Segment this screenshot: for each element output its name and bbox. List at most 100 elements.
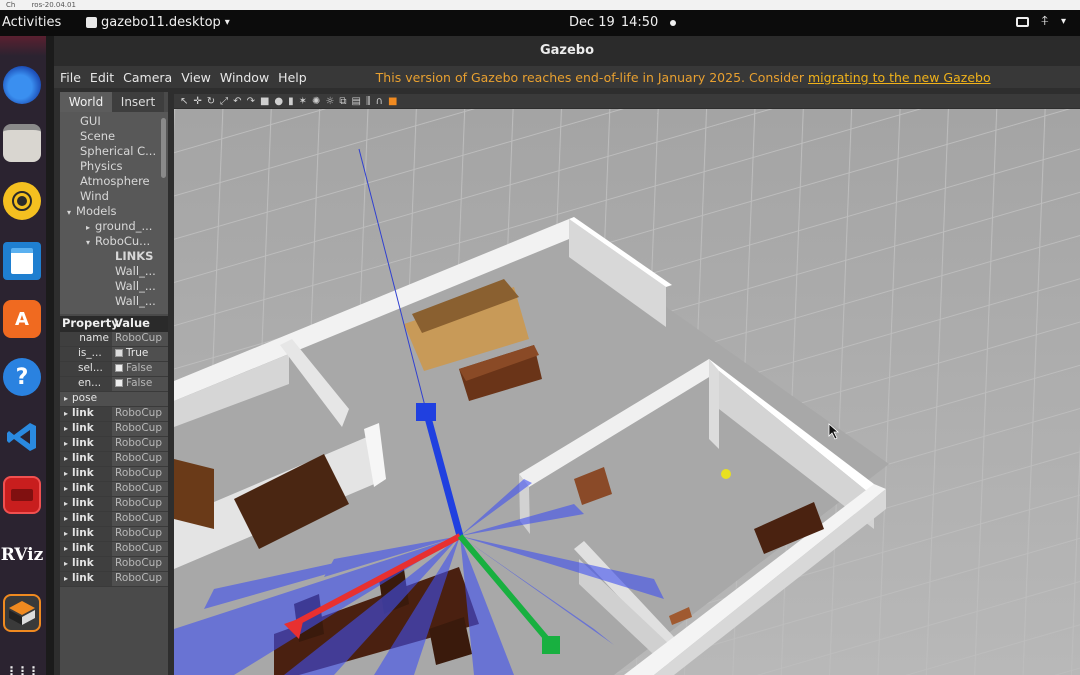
property-value[interactable]: RoboCup <box>112 407 168 421</box>
property-value[interactable]: RoboCup <box>112 422 168 436</box>
property-value-checkbox[interactable]: False <box>112 377 168 391</box>
collapse-arrow-icon[interactable]: ▸ <box>64 394 68 403</box>
menu-edit[interactable]: Edit <box>90 70 114 85</box>
collapse-arrow-icon[interactable]: ▸ <box>64 484 68 493</box>
collapse-arrow-icon[interactable]: ▸ <box>64 469 68 478</box>
collapse-arrow-icon[interactable]: ▸ <box>64 574 68 583</box>
terminal-icon[interactable] <box>3 476 41 514</box>
property-value[interactable]: RoboCup <box>112 557 168 571</box>
property-row-link[interactable]: ▸ link RoboCup <box>60 497 168 512</box>
tree-item-scene[interactable]: Scene <box>80 129 115 143</box>
directional-light-icon[interactable]: ☼ <box>325 96 334 107</box>
tree-scrollbar[interactable] <box>161 118 166 178</box>
change-view-icon[interactable]: ■ <box>388 96 397 107</box>
spot-light-icon[interactable]: ✺ <box>312 96 320 107</box>
translate-tool-icon[interactable]: ✛ <box>193 96 201 107</box>
tree-item-robocup[interactable]: ▾ RoboCu... <box>86 234 150 248</box>
chevron-down-icon[interactable]: ▾ <box>1061 16 1066 27</box>
property-value[interactable]: RoboCup <box>112 542 168 556</box>
help-icon[interactable]: ? <box>3 358 41 396</box>
scene-render[interactable] <box>174 109 1080 675</box>
property-row-link[interactable]: ▸ link RoboCup <box>60 467 168 482</box>
property-value[interactable]: RoboCup <box>112 497 168 511</box>
property-value[interactable]: RoboCup <box>112 467 168 481</box>
software-center-icon[interactable]: A <box>3 300 41 338</box>
property-row-link[interactable]: ▸ link RoboCup <box>60 452 168 467</box>
property-row-link[interactable]: ▸ link RoboCup <box>60 527 168 542</box>
collapse-arrow-icon[interactable]: ▸ <box>64 409 68 418</box>
menu-window[interactable]: Window <box>220 70 269 85</box>
scale-tool-icon[interactable]: ⤢ <box>220 96 228 107</box>
tree-item-link[interactable]: Wall_... <box>115 279 156 293</box>
expand-arrow-icon[interactable]: ▾ <box>86 238 90 247</box>
tree-item-link[interactable]: Wall_... <box>115 294 156 308</box>
checkbox-icon[interactable] <box>115 379 123 387</box>
collapse-arrow-icon[interactable]: ▸ <box>64 529 68 538</box>
writer-icon[interactable] <box>3 242 41 280</box>
collapse-arrow-icon[interactable]: ▸ <box>64 439 68 448</box>
property-value[interactable]: RoboCup <box>112 452 168 466</box>
tree-item-models[interactable]: ▾ Models <box>67 204 117 218</box>
tree-item-gui[interactable]: GUI <box>80 114 101 128</box>
app-menu[interactable]: gazebo11.desktop ▾ <box>86 15 230 30</box>
accessibility-icon[interactable]: ⍏ <box>1041 14 1049 29</box>
property-value-checkbox[interactable]: False <box>112 362 168 376</box>
property-row-static[interactable]: is_... True <box>60 347 168 362</box>
collapse-arrow-icon[interactable]: ▸ <box>64 544 68 553</box>
gazebo-icon[interactable] <box>3 594 41 632</box>
align-icon[interactable]: ⫼ <box>366 96 371 107</box>
undo-icon[interactable]: ↶ <box>233 96 241 107</box>
tab-world[interactable]: World <box>60 92 112 112</box>
tree-item-wind[interactable]: Wind <box>80 189 109 203</box>
display-icon[interactable] <box>1016 16 1030 27</box>
select-tool-icon[interactable]: ↖ <box>180 96 188 107</box>
firefox-icon[interactable] <box>3 66 41 104</box>
cylinder-shape-icon[interactable]: ▮ <box>288 96 294 107</box>
tab-insert[interactable]: Insert <box>112 92 164 112</box>
property-value[interactable]: RoboCup <box>112 512 168 526</box>
collapse-arrow-icon[interactable]: ▸ <box>64 454 68 463</box>
menu-camera[interactable]: Camera <box>123 70 172 85</box>
property-value[interactable]: RoboCup <box>112 332 168 346</box>
checkbox-checked-icon[interactable] <box>115 349 123 357</box>
expand-arrow-icon[interactable]: ▾ <box>67 208 71 217</box>
activities-button[interactable]: Activities <box>2 15 61 30</box>
collapse-arrow-icon[interactable]: ▸ <box>64 424 68 433</box>
point-light-icon[interactable]: ✶ <box>299 96 307 107</box>
menu-file[interactable]: File <box>60 70 81 85</box>
checkbox-icon[interactable] <box>115 364 123 372</box>
rviz-icon[interactable]: RViz <box>1 536 44 574</box>
rhythmbox-icon[interactable] <box>3 182 41 220</box>
property-row-link[interactable]: ▸ link RoboCup <box>60 482 168 497</box>
vscode-icon[interactable] <box>3 418 41 456</box>
menu-view[interactable]: View <box>181 70 211 85</box>
property-row-link[interactable]: ▸ link RoboCup <box>60 407 168 422</box>
collapse-arrow-icon[interactable]: ▸ <box>64 499 68 508</box>
property-row-enable-wind[interactable]: en... False <box>60 377 168 392</box>
property-value[interactable]: RoboCup <box>112 527 168 541</box>
property-value[interactable]: RoboCup <box>112 482 168 496</box>
tree-item-ground[interactable]: ▸ ground_... <box>86 219 152 233</box>
property-value-checkbox[interactable]: True <box>112 347 168 361</box>
property-value[interactable]: RoboCup <box>112 437 168 451</box>
3d-viewport[interactable] <box>174 109 1080 675</box>
tree-item-link[interactable]: Wall_... <box>115 264 156 278</box>
menu-help[interactable]: Help <box>278 70 307 85</box>
browser-tab[interactable]: Ch <box>6 1 15 9</box>
property-row-pose[interactable]: ▸ pose <box>60 392 168 407</box>
property-row-self-collide[interactable]: sel... False <box>60 362 168 377</box>
collapse-arrow-icon[interactable]: ▸ <box>64 559 68 568</box>
tree-item-atmosphere[interactable]: Atmosphere <box>80 174 150 188</box>
collapse-arrow-icon[interactable]: ▸ <box>64 514 68 523</box>
rotate-tool-icon[interactable]: ↻ <box>207 96 215 107</box>
property-row-link[interactable]: ▸ link RoboCup <box>60 557 168 572</box>
property-value[interactable]: RoboCup <box>112 572 168 586</box>
paste-icon[interactable]: ▤ <box>352 96 361 107</box>
tree-item-physics[interactable]: Physics <box>80 159 123 173</box>
tree-item-spherical[interactable]: Spherical C... <box>80 144 156 158</box>
system-tray[interactable]: ⍏ ▾ <box>1016 14 1066 29</box>
property-row-name[interactable]: name RoboCup <box>60 332 168 347</box>
box-shape-icon[interactable]: ■ <box>260 96 269 107</box>
property-row-link[interactable]: ▸ link RoboCup <box>60 512 168 527</box>
property-row-link[interactable]: ▸ link RoboCup <box>60 572 168 587</box>
